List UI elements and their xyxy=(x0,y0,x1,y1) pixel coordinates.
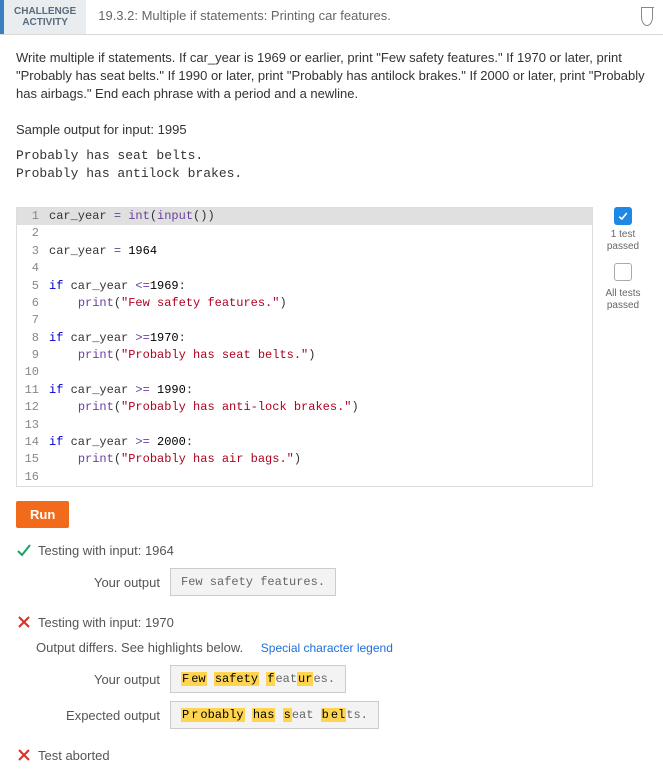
expected-output-value: Probably has seat belts. xyxy=(170,701,379,729)
sample-output: Probably has seat belts. Probably has an… xyxy=(16,147,647,183)
code-line[interactable]: if car_year >= 1990: xyxy=(45,382,592,399)
run-button[interactable]: Run xyxy=(16,501,69,528)
test-aborted: Test aborted xyxy=(16,747,647,763)
test-result-2: Testing with input: 1970 Output differs.… xyxy=(16,614,647,729)
your-output-value: Few safety features. xyxy=(170,568,336,596)
line-number: 1 xyxy=(17,208,45,225)
line-number: 6 xyxy=(17,295,45,312)
code-line[interactable] xyxy=(45,225,592,242)
line-number: 4 xyxy=(17,260,45,277)
all-tests-passed-icon xyxy=(614,263,632,281)
x-icon xyxy=(16,614,32,630)
code-line[interactable]: print("Probably has seat belts.") xyxy=(45,347,592,364)
code-line[interactable]: car_year = int(input()) xyxy=(45,208,592,225)
line-number: 9 xyxy=(17,347,45,364)
code-line[interactable] xyxy=(45,260,592,277)
line-number: 13 xyxy=(17,417,45,434)
code-line[interactable]: print("Probably has air bags.") xyxy=(45,451,592,468)
line-number: 3 xyxy=(17,243,45,260)
diff-note-text: Output differs. See highlights below. xyxy=(36,640,243,655)
code-line[interactable] xyxy=(45,417,592,434)
code-editor[interactable]: 1car_year = int(input()) 2 3car_year = 1… xyxy=(16,207,593,487)
line-number: 12 xyxy=(17,399,45,416)
test-result-1: Testing with input: 1964 Your output Few… xyxy=(16,542,647,596)
code-line[interactable]: if car_year >=1970: xyxy=(45,330,592,347)
your-output-label: Your output xyxy=(66,575,170,590)
test-header-text: Testing with input: 1964 xyxy=(38,543,174,558)
code-line[interactable]: if car_year <=1969: xyxy=(45,278,592,295)
line-number: 2 xyxy=(17,225,45,242)
special-char-legend-link[interactable]: Special character legend xyxy=(261,641,393,655)
code-line[interactable] xyxy=(45,364,592,381)
activity-title: 19.3.2: Multiple if statements: Printing… xyxy=(86,0,631,34)
x-icon xyxy=(16,747,32,763)
activity-header: CHALLENGE ACTIVITY 19.3.2: Multiple if s… xyxy=(0,0,663,35)
line-number: 15 xyxy=(17,451,45,468)
line-number: 10 xyxy=(17,364,45,381)
code-line[interactable]: if car_year >= 2000: xyxy=(45,434,592,451)
completion-shield-icon xyxy=(631,0,663,34)
check-icon xyxy=(16,542,32,558)
your-output-value: Few safety features. xyxy=(170,665,346,693)
badge-line-1: CHALLENGE xyxy=(14,6,76,17)
code-line[interactable] xyxy=(45,312,592,329)
line-number: 11 xyxy=(17,382,45,399)
line-number: 8 xyxy=(17,330,45,347)
code-line[interactable]: print("Few safety features.") xyxy=(45,295,592,312)
line-number: 5 xyxy=(17,278,45,295)
code-line[interactable] xyxy=(45,469,592,486)
line-number: 7 xyxy=(17,312,45,329)
code-line[interactable]: print("Probably has anti-lock brakes.") xyxy=(45,399,592,416)
test-header-text: Testing with input: 1970 xyxy=(38,615,174,630)
one-test-passed-label: 1 test passed xyxy=(599,229,647,253)
test-status-panel: 1 test passed All tests passed xyxy=(599,207,647,322)
expected-output-label: Expected output xyxy=(66,708,170,723)
your-output-label: Your output xyxy=(66,672,170,687)
line-number: 16 xyxy=(17,469,45,486)
instructions-text: Write multiple if statements. If car_yea… xyxy=(16,49,647,104)
sample-output-label: Sample output for input: 1995 xyxy=(16,122,647,137)
badge-line-2: ACTIVITY xyxy=(14,17,76,28)
one-test-passed-icon xyxy=(614,207,632,225)
challenge-badge: CHALLENGE ACTIVITY xyxy=(0,0,86,34)
all-tests-passed-label: All tests passed xyxy=(599,288,647,312)
code-line[interactable]: car_year = 1964 xyxy=(45,243,592,260)
test-aborted-text: Test aborted xyxy=(38,748,110,763)
line-number: 14 xyxy=(17,434,45,451)
